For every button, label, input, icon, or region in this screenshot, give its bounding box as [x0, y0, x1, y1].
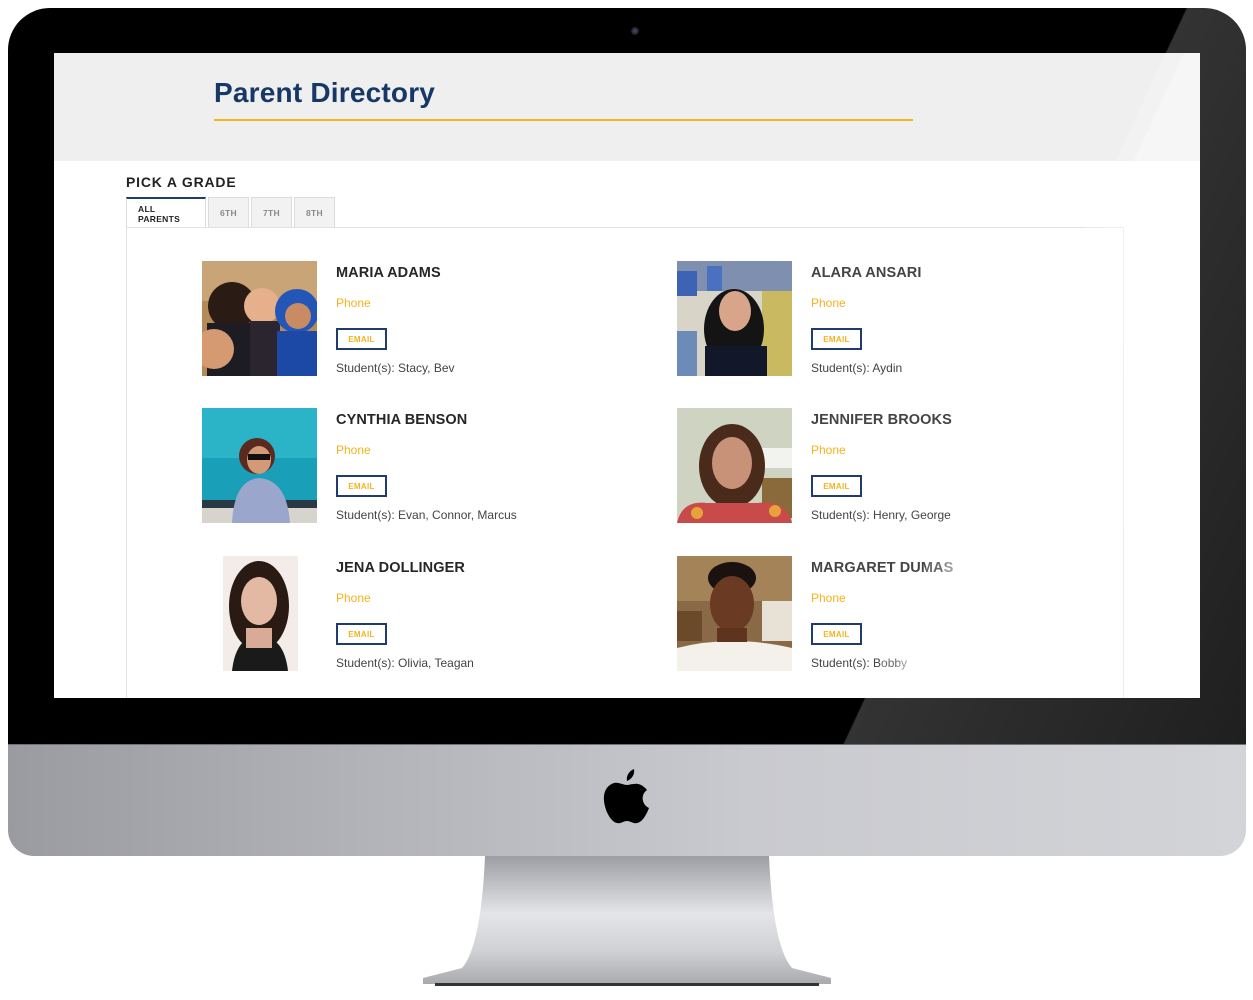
- woman-home-image: [677, 556, 792, 671]
- page-title: Parent Directory: [214, 77, 436, 108]
- students-list: Student(s): Henry, George: [811, 508, 951, 522]
- students-list: Student(s): Aydin: [811, 361, 903, 375]
- parent-card: MARIA ADAMS Phone EMAIL Student(s): Stac…: [202, 261, 622, 379]
- students-list: Student(s): Stacy, Bev: [336, 361, 455, 375]
- parent-photo[interactable]: [202, 261, 317, 376]
- apple-logo-icon: [603, 769, 649, 824]
- woman-portrait-image: [202, 556, 317, 671]
- title-underline: [214, 119, 913, 121]
- tab-7th[interactable]: 7TH: [251, 197, 292, 228]
- family-selfie-image: [202, 261, 317, 376]
- monitor-stand: [423, 856, 831, 986]
- students-list: Student(s): Evan, Connor, Marcus: [336, 508, 517, 522]
- email-button[interactable]: EMAIL: [336, 475, 387, 497]
- parent-photo[interactable]: [677, 556, 792, 671]
- email-button[interactable]: EMAIL: [336, 328, 387, 350]
- grade-picker-label: PICK A GRADE: [126, 174, 237, 190]
- phone-link[interactable]: Phone: [336, 591, 371, 605]
- parent-photo[interactable]: [202, 408, 317, 523]
- students-list: Student(s): Olivia, Teagan: [336, 656, 474, 670]
- parent-photo[interactable]: [677, 261, 792, 376]
- woman-ocean-image: [202, 408, 317, 523]
- parent-card: MARGARET DUMAS Phone EMAIL Student(s): B…: [677, 556, 1097, 674]
- tab-all-parents[interactable]: ALL PARENTS: [126, 197, 206, 229]
- camera-icon: [631, 27, 639, 35]
- parent-name: ALARA ANSARI: [811, 265, 922, 281]
- grade-tabs: ALL PARENTS 6TH 7TH 8TH: [126, 197, 335, 229]
- email-button[interactable]: EMAIL: [811, 623, 862, 645]
- tab-8th[interactable]: 8TH: [294, 197, 335, 228]
- parent-name: CYNTHIA BENSON: [336, 412, 468, 428]
- screen: Parent Directory PICK A GRADE ALL PARENT…: [54, 53, 1200, 698]
- parent-name: JENA DOLLINGER: [336, 560, 465, 576]
- email-button[interactable]: EMAIL: [811, 475, 862, 497]
- email-button[interactable]: EMAIL: [336, 623, 387, 645]
- parent-photo[interactable]: [677, 408, 792, 523]
- parent-name: MARGARET DUMAS: [811, 560, 954, 576]
- phone-link[interactable]: Phone: [811, 296, 846, 310]
- woman-indoors-image: [677, 408, 792, 523]
- parent-photo[interactable]: [202, 556, 317, 671]
- parent-card: ALARA ANSARI Phone EMAIL Student(s): Ayd…: [677, 261, 1097, 379]
- page-header: Parent Directory: [54, 53, 1200, 161]
- email-button[interactable]: EMAIL: [811, 328, 862, 350]
- parent-card: JENA DOLLINGER Phone EMAIL Student(s): O…: [202, 556, 622, 674]
- students-list: Student(s): Bobby: [811, 656, 908, 670]
- parent-name: MARIA ADAMS: [336, 265, 441, 281]
- tab-6th[interactable]: 6TH: [208, 197, 249, 228]
- woman-stadium-image: [677, 261, 792, 376]
- parent-card: CYNTHIA BENSON Phone EMAIL Student(s): E…: [202, 408, 622, 526]
- phone-link[interactable]: Phone: [811, 443, 846, 457]
- parent-name: JENNIFER BROOKS: [811, 412, 952, 428]
- phone-link[interactable]: Phone: [811, 591, 846, 605]
- phone-link[interactable]: Phone: [336, 296, 371, 310]
- phone-link[interactable]: Phone: [336, 443, 371, 457]
- parent-card: JENNIFER BROOKS Phone EMAIL Student(s): …: [677, 408, 1097, 526]
